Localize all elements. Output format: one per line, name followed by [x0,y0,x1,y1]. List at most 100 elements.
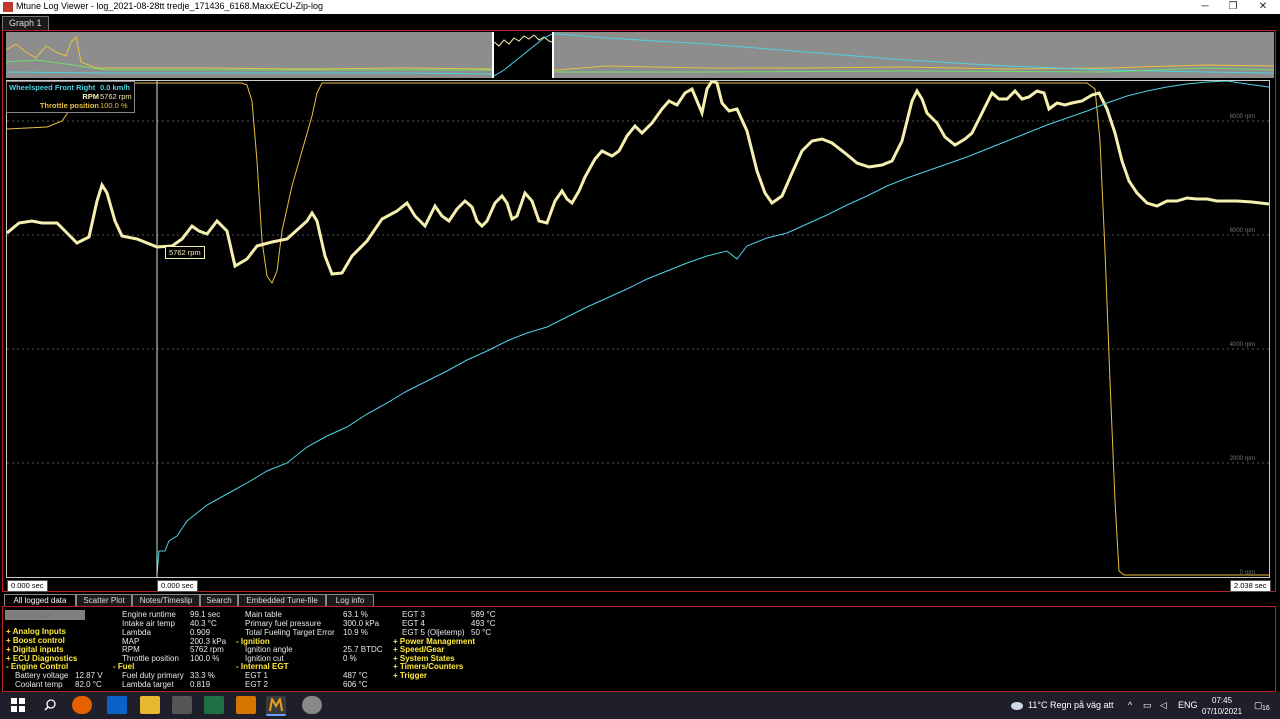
main-graph-canvas [7,81,1269,577]
outlook-icon[interactable] [107,696,127,714]
legend-value: 0.0 km/h [100,83,131,92]
field-label: EGT 4 [402,619,425,628]
legend-value: 5762 rpm [100,92,132,101]
main-graph[interactable]: 8000 rpm 6000 rpm 4000 rpm 2000 rpm 0 rp… [6,80,1270,578]
field-value: 0.819 [190,680,211,689]
field-value: 5762 rpm [190,645,224,654]
y-tick-2000: 2000 rpm [1229,456,1255,462]
field-value: 100.0 % [190,654,220,663]
field-value: 12.87 V [75,671,103,680]
field-value: 0 % [343,654,357,663]
excel-icon[interactable] [204,696,224,714]
cursor-time-box: 0.000 sec [157,580,198,592]
tab-graph-1[interactable]: Graph 1 [2,16,49,30]
maximize-button[interactable]: ❐ [1218,0,1248,14]
field-value: 0.909 [190,628,211,637]
overview-chart [6,33,1274,75]
field-label: EGT 1 [245,671,268,680]
legend-name: Wheelspeed Front Right [9,83,96,92]
steam-icon[interactable] [302,696,322,714]
tab-scatter-plot[interactable]: Scatter Plot [76,594,132,606]
legend-row-throttle: Throttle position 100.0 % [9,101,133,110]
field-label: Main table [245,610,282,619]
close-button[interactable]: ✕ [1248,0,1278,14]
field-label: Battery voltage [15,671,69,680]
field-value: 493 °C [471,619,496,628]
notification-count: 16 [1262,705,1270,712]
group-fuel[interactable]: - Fuel [113,662,134,671]
field-label: Intake air temp [122,619,175,628]
clock-date[interactable]: 07/10/2021 [1202,707,1242,716]
field-value: 487 °C [343,671,368,680]
field-label: EGT 3 [402,610,425,619]
group-boost-control[interactable]: + Boost control [6,636,65,645]
legend-row-wheelspeed: Wheelspeed Front Right 0.0 km/h [9,83,133,92]
graph-tabstrip [0,14,1280,30]
overview-green-line [6,59,1274,73]
field-value: 63.1 % [343,610,368,619]
tab-search[interactable]: Search [200,594,238,606]
clock-time[interactable]: 07:45 [1212,696,1232,705]
window-title: Mtune Log Viewer - log_2021-08-28tt tred… [16,1,324,11]
tab-all-logged-data[interactable]: All logged data [4,594,76,606]
field-label: Coolant temp [15,680,63,689]
field-label: Ignition angle [245,645,293,654]
legend-name: Throttle position [39,101,99,110]
overview-selection-window[interactable] [492,32,554,78]
field-value: 589 °C [471,610,496,619]
field-value: 40.3 °C [190,619,217,628]
search-input[interactable] [5,610,85,620]
group-trigger[interactable]: + Trigger [393,671,427,680]
group-timers-counters[interactable]: + Timers/Counters [393,662,463,671]
start-icon[interactable] [8,696,28,714]
language-indicator[interactable]: ENG [1178,700,1198,710]
illustrator-icon[interactable] [236,696,256,714]
mtune-taskbar-icon[interactable] [266,696,286,716]
search-icon[interactable] [40,696,60,714]
legend-value: 100.0 % [100,101,128,110]
field-label: Lambda [122,628,151,637]
field-value: 33.3 % [190,671,215,680]
y-tick-8000: 8000 rpm [1229,114,1255,120]
group-engine-control[interactable]: - Engine Control [6,662,68,671]
field-value: 50 °C [471,628,492,637]
file-explorer-icon[interactable] [140,696,160,714]
wheelspeed-line [156,81,1269,576]
group-speed-gear[interactable]: + Speed/Gear [393,645,444,654]
y-tick-6000: 6000 rpm [1229,228,1255,234]
group-internal-egt[interactable]: - Internal EGT [236,662,288,671]
field-value: 300.0 kPa [343,619,380,628]
field-label: Total Fueling Target Error [245,628,335,637]
tab-log-info[interactable]: Log info [326,594,374,606]
field-label: RPM [122,645,140,654]
bottom-tabbar: All logged data Scatter Plot Notes/Times… [2,594,1276,606]
channel-legend: Wheelspeed Front Right 0.0 km/h RPM 5762… [6,81,135,113]
group-digital-inputs[interactable]: + Digital inputs [6,645,64,654]
legend-row-rpm: RPM 5762 rpm [9,92,133,101]
field-label: Lambda target [122,680,174,689]
field-label: Fuel duty primary [122,671,184,680]
overview-strip[interactable] [6,32,1274,78]
chevron-up-icon[interactable]: ^ [1128,700,1132,710]
volume-icon[interactable]: ◁ [1160,700,1167,711]
field-value: 10.9 % [343,628,368,637]
field-value: 25.7 BTDC [343,645,383,654]
tab-notes-timeslip[interactable]: Notes/Timeslip [132,594,200,606]
field-value: 606 °C [343,680,368,689]
y-tick-4000: 4000 rpm [1229,342,1255,348]
firefox-icon[interactable] [72,696,92,714]
weather-text[interactable]: 11°C Regn på väg att [1028,700,1114,710]
cursor-value-label: 5762 rpm [165,246,205,259]
group-analog-inputs[interactable]: + Analog Inputs [6,627,66,636]
calculator-icon[interactable] [172,696,192,714]
network-icon[interactable]: ▭ [1143,700,1152,711]
tab-embedded-tune-file[interactable]: Embedded Tune-file [238,594,326,606]
field-value: 99.1 sec [190,610,221,619]
legend-name: RPM [82,92,99,101]
weather-icon[interactable] [1010,700,1024,712]
window-titlebar: Mtune Log Viewer - log_2021-08-28tt tred… [0,0,1280,14]
y-tick-0: 0 rpm [1239,570,1255,576]
minimize-button[interactable]: ─ [1190,0,1220,14]
field-label: Engine runtime [122,610,176,619]
field-label: EGT 2 [245,680,268,689]
